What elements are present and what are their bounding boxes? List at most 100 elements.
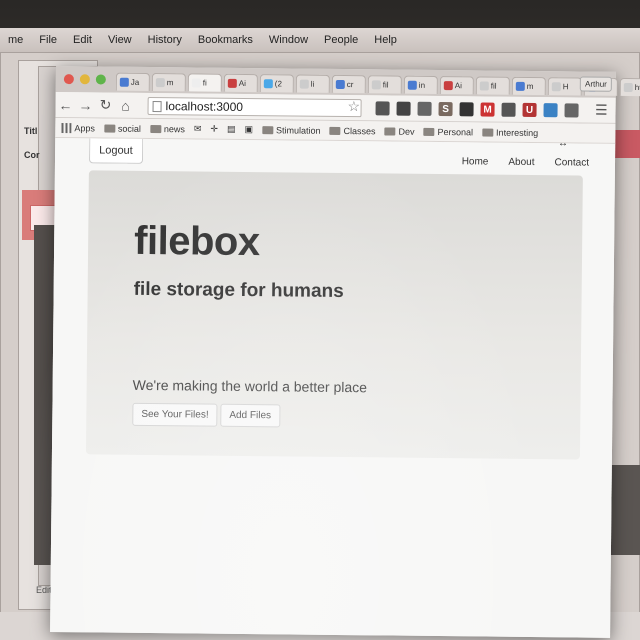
tab-favicon-icon xyxy=(407,80,417,90)
tab-label: Ai xyxy=(238,78,246,88)
browser-tab[interactable]: fi xyxy=(187,73,222,92)
browser-tab[interactable]: in xyxy=(403,75,438,94)
menu-edit[interactable]: Edit xyxy=(65,34,100,46)
tab-favicon-icon xyxy=(227,78,237,88)
tab-favicon-icon xyxy=(191,78,201,88)
nav-home-link[interactable]: Home xyxy=(462,156,489,167)
bookmark-personal[interactable]: Personal xyxy=(423,126,473,137)
browser-tab[interactable]: Ja xyxy=(115,72,150,91)
bookmark-stimulation[interactable]: Stimulation xyxy=(261,125,321,135)
brand-title: filebox xyxy=(133,218,260,265)
menu-file[interactable]: File xyxy=(31,34,65,46)
bookmark-mail-icon[interactable]: ✉ xyxy=(194,123,202,134)
bookmark-apps[interactable]: Apps xyxy=(61,122,95,133)
browser-tab[interactable]: Ai xyxy=(223,73,258,93)
menu-icon[interactable]: ☰ xyxy=(595,102,608,119)
tab-favicon-icon xyxy=(263,79,273,89)
minimize-window-button[interactable] xyxy=(79,74,90,85)
extension-icon[interactable]: U xyxy=(522,102,537,118)
menu-people[interactable]: People xyxy=(316,34,366,46)
zoom-window-button[interactable] xyxy=(95,74,106,85)
extension-icons: SMU xyxy=(375,101,579,118)
nav-about-link[interactable]: About xyxy=(508,157,534,168)
nav-contact-link[interactable]: Contact xyxy=(554,157,589,168)
back-icon[interactable]: ← xyxy=(56,96,76,113)
logout-button[interactable]: Logout xyxy=(88,138,143,164)
tab-label: H xyxy=(562,82,569,92)
extension-icon[interactable]: M xyxy=(480,102,495,117)
browser-tab[interactable]: fil xyxy=(367,75,402,94)
tab-label: m xyxy=(526,81,534,92)
extension-icon[interactable] xyxy=(375,101,390,116)
browser-tab[interactable]: m xyxy=(151,73,186,92)
menu-history[interactable]: History xyxy=(140,34,190,46)
bookmark-page-icon[interactable]: ▤ xyxy=(227,124,236,135)
reload-icon[interactable]: ↻ xyxy=(96,96,116,113)
menu-bookmarks[interactable]: Bookmarks xyxy=(190,34,261,46)
home-icon[interactable]: ⌂ xyxy=(116,97,136,113)
tab-label: Ai xyxy=(454,81,462,91)
folder-icon xyxy=(482,127,494,137)
menu-app[interactable]: me xyxy=(0,34,31,46)
menu-help[interactable]: Help xyxy=(366,34,405,46)
tab-label: m xyxy=(166,78,174,88)
browser-tab[interactable]: li xyxy=(295,74,330,93)
menu-window[interactable]: Window xyxy=(261,34,316,46)
menu-view[interactable]: View xyxy=(100,34,140,46)
browser-tab[interactable]: ht xyxy=(619,77,640,97)
extension-icon[interactable] xyxy=(396,101,411,116)
tab-favicon-icon xyxy=(479,81,489,91)
browser-tab[interactable]: Ai xyxy=(439,76,474,95)
browser-tab[interactable]: m xyxy=(511,76,546,96)
hero-jumbotron: filebox file storage for humans We're ma… xyxy=(85,170,583,460)
address-bar-url: localhost:3000 xyxy=(165,99,244,114)
bookmark-interesting[interactable]: Interesting xyxy=(482,127,538,138)
tab-favicon-icon xyxy=(515,81,525,91)
web-page: Logout Home About Contact filebox file s… xyxy=(50,137,616,638)
hero-lead-text: We're making the world a better place xyxy=(132,376,368,396)
folder-icon xyxy=(329,126,341,135)
browser-tab[interactable]: cr xyxy=(331,74,366,94)
bookmark-classes[interactable]: Classes xyxy=(329,125,376,136)
tab-label: li xyxy=(310,79,315,89)
extension-icon[interactable] xyxy=(564,103,579,118)
tab-label: cr xyxy=(346,80,354,90)
extension-icon[interactable] xyxy=(501,102,516,117)
bookmark-star-icon[interactable]: ☆ xyxy=(348,98,361,115)
bookmark-b-icon[interactable]: ▣ xyxy=(244,124,253,135)
apps-grid-icon xyxy=(61,122,72,133)
address-bar[interactable]: localhost:3000 xyxy=(147,96,362,118)
tab-favicon-icon xyxy=(623,82,633,93)
tab-label: fil xyxy=(490,81,497,91)
bookmark-news[interactable]: news xyxy=(149,123,185,134)
mac-menu-bar: me File Edit View History Bookmarks Wind… xyxy=(0,28,640,52)
tab-label: in xyxy=(418,80,426,90)
tab-label: fil xyxy=(382,80,389,90)
tab-favicon-icon xyxy=(299,79,309,89)
bookmark-plus-icon[interactable]: ✛ xyxy=(210,124,218,135)
tab-label: ht xyxy=(634,83,640,93)
browser-tab[interactable]: (2 xyxy=(259,74,294,93)
tagline: file storage for humans xyxy=(133,278,344,303)
tab-label: Ja xyxy=(130,77,140,87)
browser-tab[interactable]: fil xyxy=(475,76,510,95)
profile-button[interactable]: Arthur xyxy=(579,76,612,92)
forward-icon[interactable]: → xyxy=(76,97,96,113)
folder-icon xyxy=(103,124,115,133)
bookmark-social[interactable]: social xyxy=(103,123,141,133)
extension-icon[interactable] xyxy=(543,103,558,118)
page-icon xyxy=(152,100,162,112)
extension-icon[interactable] xyxy=(417,101,432,116)
tab-label: fi xyxy=(202,78,207,88)
tab-favicon-icon xyxy=(443,81,453,91)
extension-icon[interactable] xyxy=(459,102,474,117)
window-controls xyxy=(63,74,106,85)
browser-window: JamfiAi(2licrfilinAifilmHmht Arthur ← → … xyxy=(50,66,640,638)
bookmark-dev[interactable]: Dev xyxy=(384,126,415,136)
background-content-label: Cor xyxy=(24,150,40,160)
extension-icon[interactable]: S xyxy=(438,102,453,117)
add-files-button[interactable]: Add Files xyxy=(220,403,281,428)
close-window-button[interactable] xyxy=(63,74,74,85)
browser-tab[interactable]: H xyxy=(547,77,582,96)
see-your-files-button[interactable]: See Your Files! xyxy=(132,402,218,427)
